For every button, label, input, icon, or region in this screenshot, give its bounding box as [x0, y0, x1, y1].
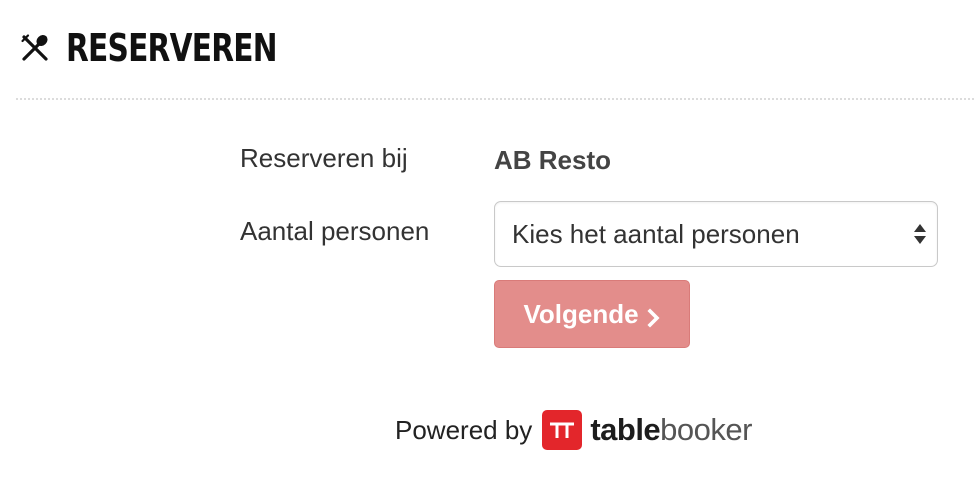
- chevron-right-icon: [647, 304, 661, 328]
- powered-by: Powered by tablebooker: [395, 408, 752, 452]
- persons-select[interactable]: Kies het aantal personen: [494, 201, 938, 267]
- utensils-icon: [18, 31, 52, 65]
- select-arrows-icon: [913, 221, 927, 247]
- persons-select-value: Kies het aantal personen: [512, 218, 800, 249]
- next-button[interactable]: Volgende: [494, 280, 690, 348]
- header-divider: [16, 98, 974, 100]
- page-title: RESERVEREN: [66, 26, 278, 70]
- next-button-label: Volgende: [523, 298, 639, 329]
- page-header: RESERVEREN: [18, 18, 336, 78]
- persons-label: Aantal personen: [240, 216, 430, 246]
- tablebooker-brand: tablebooker: [590, 412, 752, 448]
- brand-regular-part: booker: [660, 412, 752, 447]
- brand-bold-part: table: [590, 412, 661, 447]
- restaurant-name: AB Resto: [494, 145, 612, 175]
- restaurant-label: Reserveren bij: [240, 143, 408, 173]
- tablebooker-logo-icon: [542, 410, 583, 450]
- powered-by-text: Powered by: [395, 414, 533, 445]
